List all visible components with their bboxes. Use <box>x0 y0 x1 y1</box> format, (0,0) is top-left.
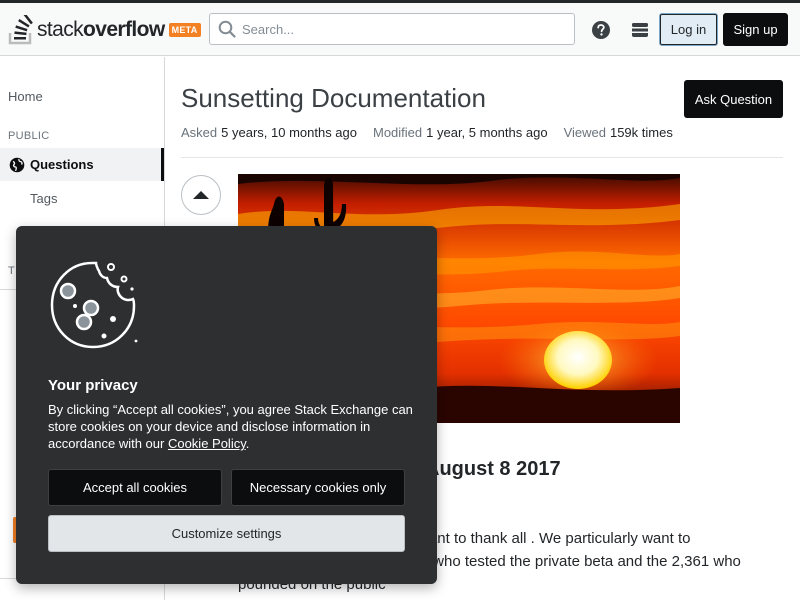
meta-badge: META <box>168 23 201 37</box>
page-title[interactable]: Sunsetting Documentation <box>181 83 486 114</box>
top-bar: stackoverflow META Log in Sign up <box>0 3 800 56</box>
accept-all-cookies-button[interactable]: Accept all cookies <box>48 469 222 506</box>
cookie-consent-dialog: Your privacy By clicking “Accept all coo… <box>16 226 437 584</box>
ask-question-button[interactable]: Ask Question <box>684 80 783 118</box>
sidebar-item-questions[interactable]: Questions <box>0 148 164 181</box>
help-icon[interactable] <box>591 20 611 40</box>
sidebar-heading-public: PUBLIC <box>8 130 50 142</box>
cookie-title: Your privacy <box>48 377 138 394</box>
stat-viewed: Viewed 159k times <box>563 125 673 140</box>
inbox-icon[interactable] <box>630 20 650 40</box>
question-stats: Asked 5 years, 10 months ago Modified 1 ye… <box>181 125 673 140</box>
cookie-description: By clicking “Accept all cookies”, you ag… <box>48 402 413 451</box>
search-input[interactable] <box>242 21 562 37</box>
caret-up-icon <box>193 191 209 199</box>
cookie-policy-link[interactable]: Cookie Policy <box>168 436 246 451</box>
login-button[interactable]: Log in <box>659 13 718 46</box>
sidebar-heading-teams: T <box>8 265 15 277</box>
stat-asked: Asked 5 years, 10 months ago <box>181 125 357 140</box>
necessary-cookies-button[interactable]: Necessary cookies only <box>231 469 405 506</box>
logo-text: stackoverflow <box>37 18 165 41</box>
stack-logo-icon <box>8 15 33 45</box>
globe-icon <box>9 157 25 172</box>
site-logo[interactable]: stackoverflow META <box>8 13 201 47</box>
search-box[interactable] <box>209 13 575 45</box>
search-icon <box>218 20 236 38</box>
upvote-button[interactable] <box>181 175 221 215</box>
sidebar-item-tags[interactable]: Tags <box>30 191 57 206</box>
customize-settings-button[interactable]: Customize settings <box>48 515 405 552</box>
stat-modified[interactable]: Modified 1 year, 5 months ago <box>373 125 548 140</box>
signup-button[interactable]: Sign up <box>723 13 788 46</box>
sidebar-item-label: Questions <box>30 157 94 172</box>
header-divider <box>181 157 783 158</box>
cookie-icon <box>50 261 138 349</box>
sidebar-item-home[interactable]: Home <box>8 89 43 104</box>
